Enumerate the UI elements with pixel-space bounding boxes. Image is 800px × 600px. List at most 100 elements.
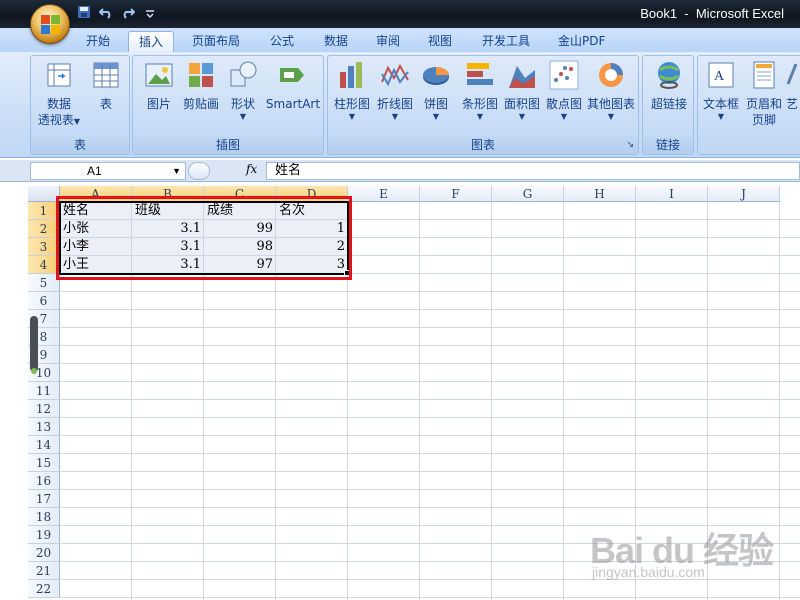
illustrations-group-title: 插图 (133, 136, 323, 154)
grid-line (60, 327, 800, 328)
hyperlink-icon (654, 60, 684, 90)
row-header-11[interactable]: 11 (28, 382, 60, 400)
scatter-chart-button[interactable]: 散点图 ▼ (542, 60, 586, 122)
pivot-table-icon (44, 60, 74, 90)
tab-kingsoft-pdf[interactable]: 金山PDF (548, 31, 615, 52)
save-icon[interactable] (76, 5, 92, 21)
formula-bar: A1 ▼ fx 姓名 (0, 160, 800, 182)
column-header-e[interactable]: E (348, 186, 420, 202)
redo-icon[interactable] (120, 5, 136, 21)
row-header-12[interactable]: 12 (28, 400, 60, 418)
table-icon (91, 60, 121, 90)
tab-insert[interactable]: 插入 (128, 31, 175, 52)
shapes-button[interactable]: 形状 ▼ (225, 60, 261, 122)
grid-line (60, 597, 800, 598)
column-header-f[interactable]: F (420, 186, 492, 202)
header-footer-button[interactable]: 页眉和 页脚 (742, 60, 786, 128)
clipart-button[interactable]: 剪贴画 (179, 60, 223, 112)
smartart-icon (278, 60, 308, 90)
formula-controls: fx (188, 162, 264, 180)
row-header-22[interactable]: 22 (28, 580, 60, 598)
svg-text:A: A (714, 69, 725, 84)
tables-group-title: 表 (31, 136, 129, 154)
ribbon-tabs: 开始 插入 页面布局 公式 数据 审阅 视图 开发工具 金山PDF (0, 28, 800, 52)
side-scroll-handle[interactable] (30, 316, 38, 372)
undo-icon[interactable] (98, 5, 114, 21)
grid-line (60, 363, 800, 364)
area-chart-icon (507, 60, 537, 90)
dropdown-arrow-icon: ▼ (432, 112, 440, 121)
row-header-6[interactable]: 6 (28, 292, 60, 310)
row-header-21[interactable]: 21 (28, 562, 60, 580)
highlight-box (56, 196, 352, 280)
grid-line (60, 489, 800, 490)
row-header-15[interactable]: 15 (28, 454, 60, 472)
area-chart-button[interactable]: 面积图 ▼ (500, 60, 544, 122)
column-header-j[interactable]: J (708, 186, 780, 202)
grid-line (60, 435, 800, 436)
tab-home[interactable]: 开始 (76, 31, 120, 52)
tab-view[interactable]: 视图 (418, 31, 462, 52)
pie-chart-icon (421, 60, 451, 90)
row-header-19[interactable]: 19 (28, 526, 60, 544)
row-header-16[interactable]: 16 (28, 472, 60, 490)
dialog-launcher-icon[interactable]: ↘ (626, 136, 634, 154)
status-dot-icon (31, 368, 37, 374)
pie-chart-button[interactable]: 饼图 ▼ (416, 60, 456, 122)
formula-input[interactable]: 姓名 (266, 162, 800, 180)
row-header-18[interactable]: 18 (28, 508, 60, 526)
column-header-i[interactable]: I (636, 186, 708, 202)
grid-line (60, 453, 800, 454)
picture-button[interactable]: 图片 (139, 60, 179, 112)
dropdown-arrow-icon: ▼ (239, 112, 247, 121)
charts-group: 柱形图 ▼ 折线图 ▼ 饼图 ▼ 条形图 ▼ 面积图 ▼ 散点图 ▼ 其他图表 … (327, 55, 639, 155)
illustrations-group: 图片 剪贴画 形状 ▼ SmartArt 插图 (132, 55, 324, 155)
hyperlink-button[interactable]: 超链接 (645, 60, 693, 112)
name-box-dropdown-icon[interactable]: ▼ (172, 163, 181, 179)
pivot-table-button[interactable]: 数据 透视表▼ (37, 60, 81, 130)
line-chart-button[interactable]: 折线图 ▼ (374, 60, 416, 122)
row-header-13[interactable]: 13 (28, 418, 60, 436)
column-header-g[interactable]: G (492, 186, 564, 202)
insert-function-button[interactable]: fx (246, 162, 257, 176)
table-button[interactable]: 表 (87, 60, 125, 112)
bar-chart-button[interactable]: 条形图 ▼ (458, 60, 502, 122)
grid-line (60, 309, 800, 310)
office-logo-icon (41, 15, 61, 35)
dropdown-arrow-icon: ▼ (717, 112, 725, 121)
scatter-chart-icon (549, 60, 579, 90)
dropdown-arrow-icon: ▼ (73, 117, 81, 126)
smartart-button[interactable]: SmartArt (263, 60, 323, 112)
textbox-icon: A (706, 60, 736, 90)
links-group-title: 链接 (643, 136, 693, 154)
customize-qat-icon[interactable] (142, 5, 158, 21)
row-header-20[interactable]: 20 (28, 544, 60, 562)
tab-review[interactable]: 审阅 (366, 31, 410, 52)
baidu-watermark: Bai du 经验 jingyan.baidu.com (590, 512, 790, 592)
grid-line (60, 345, 800, 346)
dropdown-arrow-icon: ▼ (348, 112, 356, 121)
grid-line (60, 417, 800, 418)
tab-developer[interactable]: 开发工具 (472, 31, 540, 52)
tab-data[interactable]: 数据 (314, 31, 358, 52)
wordart-button[interactable]: 艺 (786, 60, 800, 112)
tab-formulas[interactable]: 公式 (260, 31, 304, 52)
formula-splitter[interactable] (188, 162, 210, 180)
ribbon: 数据 透视表▼ 表 表 图片 剪贴画 形状 ▼ SmartArt 插图 柱形图 … (0, 52, 800, 158)
other-charts-icon (596, 60, 626, 90)
grid-line (60, 507, 800, 508)
other-charts-button[interactable]: 其他图表 ▼ (584, 60, 638, 122)
textbox-button[interactable]: A 文本框 ▼ (700, 60, 742, 122)
row-header-17[interactable]: 17 (28, 490, 60, 508)
tab-page-layout[interactable]: 页面布局 (182, 31, 250, 52)
grid-line (491, 202, 492, 600)
office-button[interactable] (30, 4, 70, 44)
row-header-14[interactable]: 14 (28, 436, 60, 454)
header-footer-icon (749, 60, 779, 90)
column-chart-button[interactable]: 柱形图 ▼ (330, 60, 374, 122)
grid-line (60, 471, 800, 472)
name-box[interactable]: A1 ▼ (30, 162, 186, 180)
bar-chart-icon (465, 60, 495, 90)
column-header-h[interactable]: H (564, 186, 636, 202)
line-chart-icon (380, 60, 410, 90)
